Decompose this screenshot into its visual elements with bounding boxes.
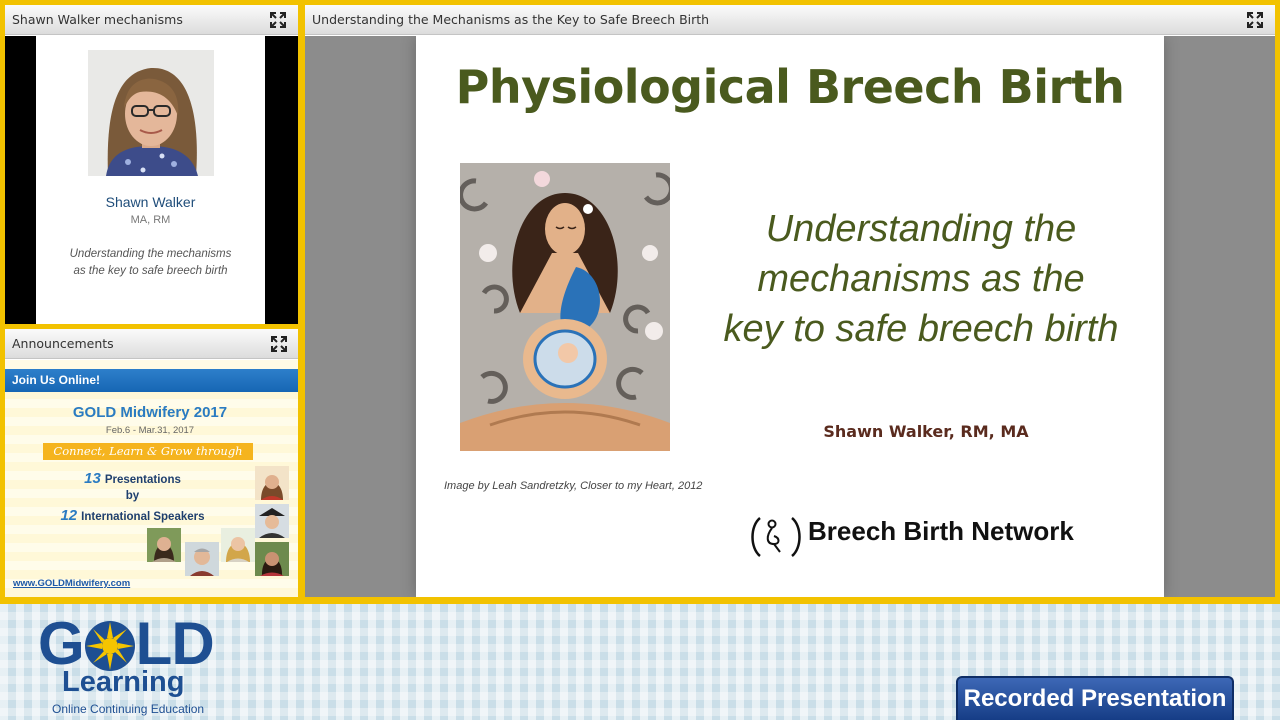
recorded-presentation-badge: Recorded Presentation <box>956 676 1234 720</box>
speaker-credentials: MA, RM <box>130 214 171 226</box>
expand-icon[interactable] <box>269 11 287 29</box>
speaker-thumbnail <box>147 528 181 562</box>
presentation-panel: Understanding the Mechanisms as the Key … <box>305 5 1275 597</box>
pregnant-woman-painting <box>460 163 670 451</box>
speaker-panel: Shawn Walker mechanisms Shawn Walker MA,… <box>5 5 298 324</box>
speaker-topic-line1: Understanding the mechanisms <box>69 248 232 260</box>
event-title: GOLD Midwifery 2017 <box>72 404 228 421</box>
speaker-thumbnail <box>221 528 255 562</box>
slide-subtitle-line2: mechanisms as the <box>757 258 1085 300</box>
speaker-name: Shawn Walker <box>105 194 196 210</box>
image-credit: Image by Leah Sandretzky, Closer to my H… <box>444 480 703 492</box>
speaker-card: Shawn Walker MA, RM Understanding the me… <box>36 36 265 324</box>
announcements-panel: Announcements Join Us Online! GOLD Midwi… <box>5 329 298 597</box>
announcements-panel-title: Announcements <box>12 336 114 351</box>
presentation-panel-title: Understanding the Mechanisms as the Key … <box>312 12 710 27</box>
slide-subtitle-line1: Understanding the <box>765 208 1077 250</box>
speaker-thumbnail <box>185 542 219 576</box>
breech-birth-network-logo <box>751 517 801 557</box>
breech-birth-network-name: Breech Birth Network <box>808 516 1074 546</box>
presentation-panel-header: Understanding the Mechanisms as the Key … <box>305 5 1275 35</box>
speaker-topic: Understanding the mechanisms as the key … <box>46 246 255 280</box>
announcement-flyer: GOLD Midwifery 2017 Feb.6 - Mar.31, 2017… <box>5 392 298 597</box>
logo-tagline: Online Continuing Education <box>52 702 205 716</box>
event-dates: Feb.6 - Mar.31, 2017 <box>105 425 195 436</box>
speaker-thumbnail <box>255 504 289 538</box>
speaker-thumbnail <box>255 542 289 576</box>
join-us-banner: Join Us Online! <box>5 369 298 392</box>
speaker-panel-title: Shawn Walker mechanisms <box>12 12 183 27</box>
by-text: by <box>125 490 140 502</box>
speaker-portrait <box>88 50 214 176</box>
speakers-label: International Speakers <box>81 511 205 523</box>
expand-icon[interactable] <box>270 335 288 353</box>
speaker-thumbnail <box>255 466 289 500</box>
slide-viewer: Physiological Breech Birth Understanding… <box>305 36 1275 597</box>
event-tagline: Connect, Learn & Grow through <box>43 443 253 460</box>
speaker-video-area: Shawn Walker MA, RM Understanding the me… <box>5 36 298 324</box>
speaker-panel-header: Shawn Walker mechanisms <box>5 5 298 35</box>
footer-branding: G LD Learning Online Continuing Education… <box>0 604 1280 720</box>
slide-subtitle-line3: key to safe breech birth <box>723 308 1119 350</box>
expand-icon[interactable] <box>1246 11 1264 29</box>
presentations-stat: 13 Presentations <box>5 470 260 487</box>
speaker-topic-line2: as the key to safe breech birth <box>73 265 228 277</box>
presentations-label: Presentations <box>104 474 181 486</box>
speakers-count: 12 <box>60 507 78 524</box>
announcement-content: Join Us Online! GOLD Midwifery 2017 Feb.… <box>5 360 298 597</box>
presentations-count: 13 <box>84 470 101 487</box>
slide-title: Physiological Breech Birth <box>455 60 1125 114</box>
event-url-link[interactable]: www.GOLDMidwifery.com <box>13 578 130 589</box>
speakers-stat: 12 International Speakers <box>5 507 260 524</box>
logo-learning-text: Learning <box>62 666 185 698</box>
slide-author: Shawn Walker, RM, MA <box>823 422 1029 441</box>
slide-subtitle: Understanding the mechanisms as the key … <box>691 204 1151 354</box>
announcements-panel-header: Announcements <box>5 329 298 359</box>
slide: Physiological Breech Birth Understanding… <box>416 36 1164 597</box>
